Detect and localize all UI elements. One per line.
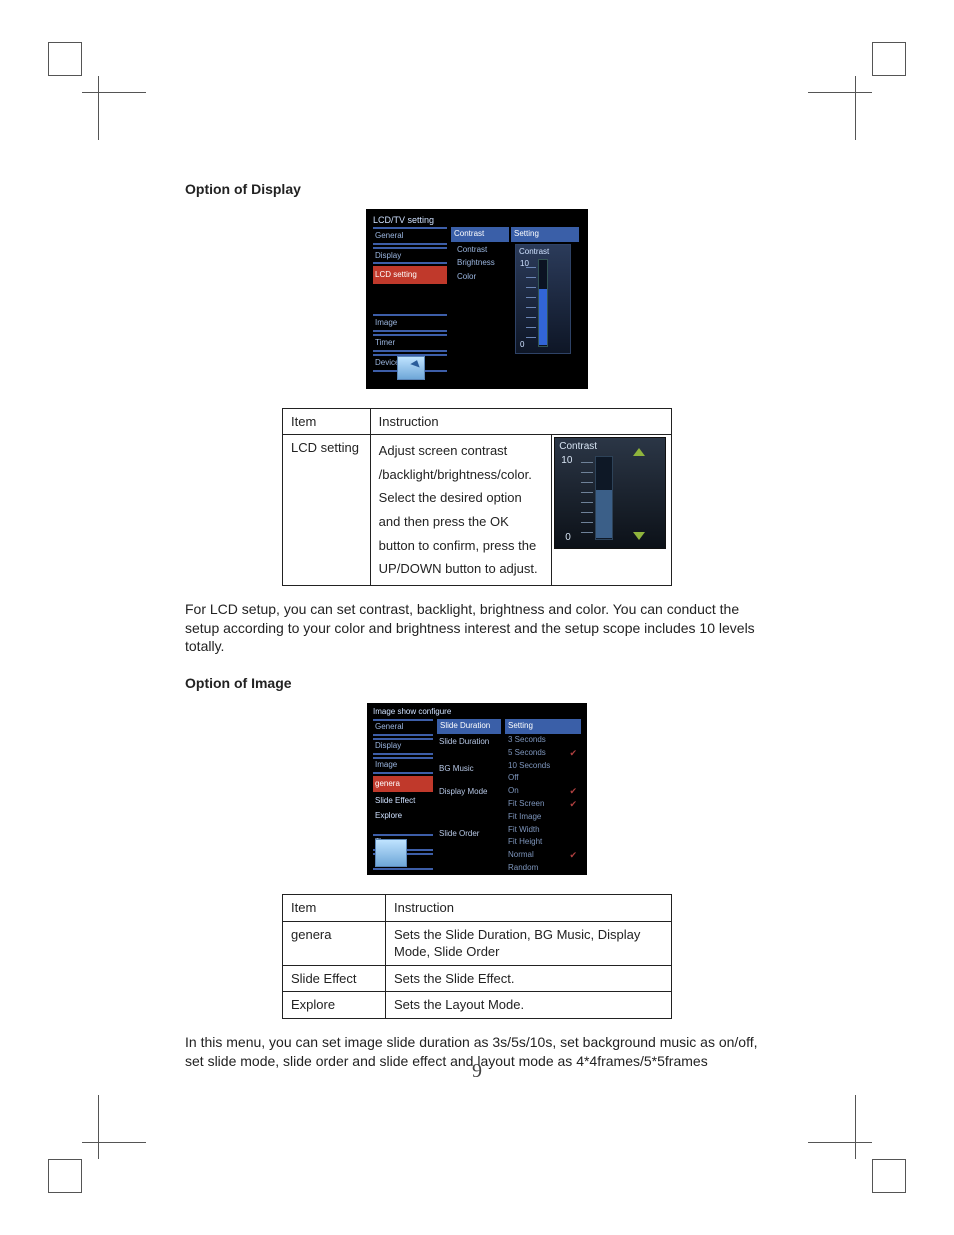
heading-option-of-image: Option of Image	[185, 674, 769, 693]
table-row: genera Sets the Slide Duration, BG Music…	[283, 921, 672, 965]
meter-sm-label: Contrast	[559, 440, 597, 454]
table2-r2c1: Slide Effect	[283, 965, 386, 992]
osd1-col3-header: Setting	[511, 227, 579, 242]
page-number: 9	[0, 1058, 954, 1085]
table1-line: button to confirm, press the	[379, 534, 544, 558]
table2-r1c1: genera	[283, 921, 386, 965]
table1-meter-cell: Contrast 10 0	[552, 435, 672, 585]
osd2-opt-fit-width: Fit Width	[505, 824, 581, 837]
crop-mark-top-right	[872, 42, 906, 76]
osd2-mid-col: Slide Duration Slide Duration BG Music D…	[437, 719, 501, 846]
osd1-tab-general: General	[373, 227, 447, 245]
osd2-mid-display-mode: Display Mode	[437, 781, 501, 804]
osd2-mid-header: Slide Duration	[437, 719, 501, 734]
table2-h2: Instruction	[386, 895, 672, 922]
page: Option of Display LCD/TV setting General…	[0, 0, 954, 1235]
table-row: Slide Effect Sets the Slide Effect.	[283, 965, 672, 992]
table-row: Item Instruction	[283, 895, 672, 922]
osd2-tab-display: Display	[373, 738, 433, 755]
table2-r3c1: Explore	[283, 992, 386, 1019]
osd2-mid-bg-music: BG Music	[437, 754, 501, 781]
table-row: Item Instruction	[283, 408, 672, 435]
osd2-opt-fit-screen: Fit Screen	[505, 798, 581, 811]
osd1-meter: Contrast 10 0	[515, 244, 571, 354]
osd2-opt-order-random: Random	[505, 862, 581, 875]
table1-h2: Instruction	[370, 408, 671, 435]
table1-line: /backlight/brightness/color.	[379, 463, 544, 487]
osd2-opt-10s: 10 Seconds	[505, 760, 581, 773]
table1-instruction: Adjust screen contrast /backlight/bright…	[370, 435, 552, 585]
osd2-sub-slide-effect: Slide Effect	[373, 794, 433, 809]
heading-option-of-display: Option of Display	[185, 180, 769, 199]
osd1-tabs: General Display LCD setting Image Timer …	[373, 227, 447, 374]
osd1-col2: Contrast Contrast Brightness Color	[451, 227, 509, 283]
meter-sm-min: 0	[565, 531, 571, 545]
table2-r2c2: Sets the Slide Effect.	[386, 965, 672, 992]
table2-r3c2: Sets the Layout Mode.	[386, 992, 672, 1019]
arrow-down-icon	[633, 532, 645, 540]
osd1-col2-brightness: Brightness	[451, 255, 509, 269]
osd2-mid-slide-duration: Slide Duration	[437, 734, 501, 754]
osd2-sub-explore: Explore	[373, 809, 433, 824]
osd2-opt-fit-image: Fit Image	[505, 811, 581, 824]
osd1-col3: Setting	[511, 227, 579, 242]
osd2-mid-slide-order: Slide Order	[437, 803, 501, 846]
osd1-tab-display: Display	[373, 247, 447, 265]
osd2-title: Image show configure	[373, 707, 451, 718]
osd1-title: LCD/TV setting	[373, 214, 434, 226]
contrast-meter-image: Contrast 10 0	[554, 437, 666, 549]
crop-mark-top-left	[48, 42, 82, 76]
table2-r1c2: Sets the Slide Duration, BG Music, Displ…	[386, 921, 672, 965]
table1-line: Adjust screen contrast	[379, 439, 544, 463]
table1-item: LCD setting	[283, 435, 371, 585]
table-image-options: Item Instruction genera Sets the Slide D…	[282, 894, 672, 1019]
osd1-meter-max: 10	[520, 259, 529, 270]
osd1-col2-color: Color	[451, 269, 509, 283]
osd2-opt-order-normal: Normal	[505, 849, 581, 862]
table-lcd-setting: Item Instruction LCD setting Adjust scre…	[282, 408, 672, 586]
osd1-tab-image: Image	[373, 314, 447, 332]
table-row: LCD setting Adjust screen contrast /back…	[283, 435, 672, 585]
osd2-opt-5s: 5 Seconds	[505, 747, 581, 760]
osd2-thumbnail-icon	[375, 839, 407, 867]
osd1-tab-lcd-setting: LCD setting	[373, 266, 447, 284]
meter-sm-max: 10	[561, 454, 572, 468]
table1-line: Select the desired option	[379, 486, 544, 510]
table1-h1: Item	[283, 408, 371, 435]
osd2-opt-fit-height: Fit Height	[505, 836, 581, 849]
paragraph-lcd-setup: For LCD setup, you can set contrast, bac…	[185, 600, 769, 657]
osd1-thumbnail-icon	[397, 356, 425, 380]
table-row: Explore Sets the Layout Mode.	[283, 992, 672, 1019]
osd1-tab-timer: Timer	[373, 334, 447, 352]
osd2-setting-col: Setting 3 Seconds 5 Seconds 10 Seconds O…	[505, 719, 581, 875]
osd1-meter-min: 0	[520, 340, 524, 351]
table2-h1: Item	[283, 895, 386, 922]
osd1-col2-header: Contrast	[451, 227, 509, 242]
arrow-up-icon	[633, 448, 645, 456]
osd2-opt-bg-off: Off	[505, 772, 581, 785]
osd1-col2-contrast: Contrast	[451, 242, 509, 256]
table1-line: and then press the OK	[379, 510, 544, 534]
osd2-tab-image: Image	[373, 757, 433, 774]
osd1-meter-label: Contrast	[519, 247, 549, 258]
osd2-tab-general: General	[373, 719, 433, 736]
osd2-setting-header: Setting	[505, 719, 581, 734]
figure-image-show-configure: Image show configure General Display Ima…	[367, 703, 587, 875]
table1-line: UP/DOWN button to adjust.	[379, 557, 544, 581]
figure-lcd-tv-setting: LCD/TV setting General Display LCD setti…	[366, 209, 588, 389]
osd2-tab-genera: genera	[373, 776, 433, 793]
osd2-opt-bg-on: On	[505, 785, 581, 798]
osd2-opt-3s: 3 Seconds	[505, 734, 581, 747]
